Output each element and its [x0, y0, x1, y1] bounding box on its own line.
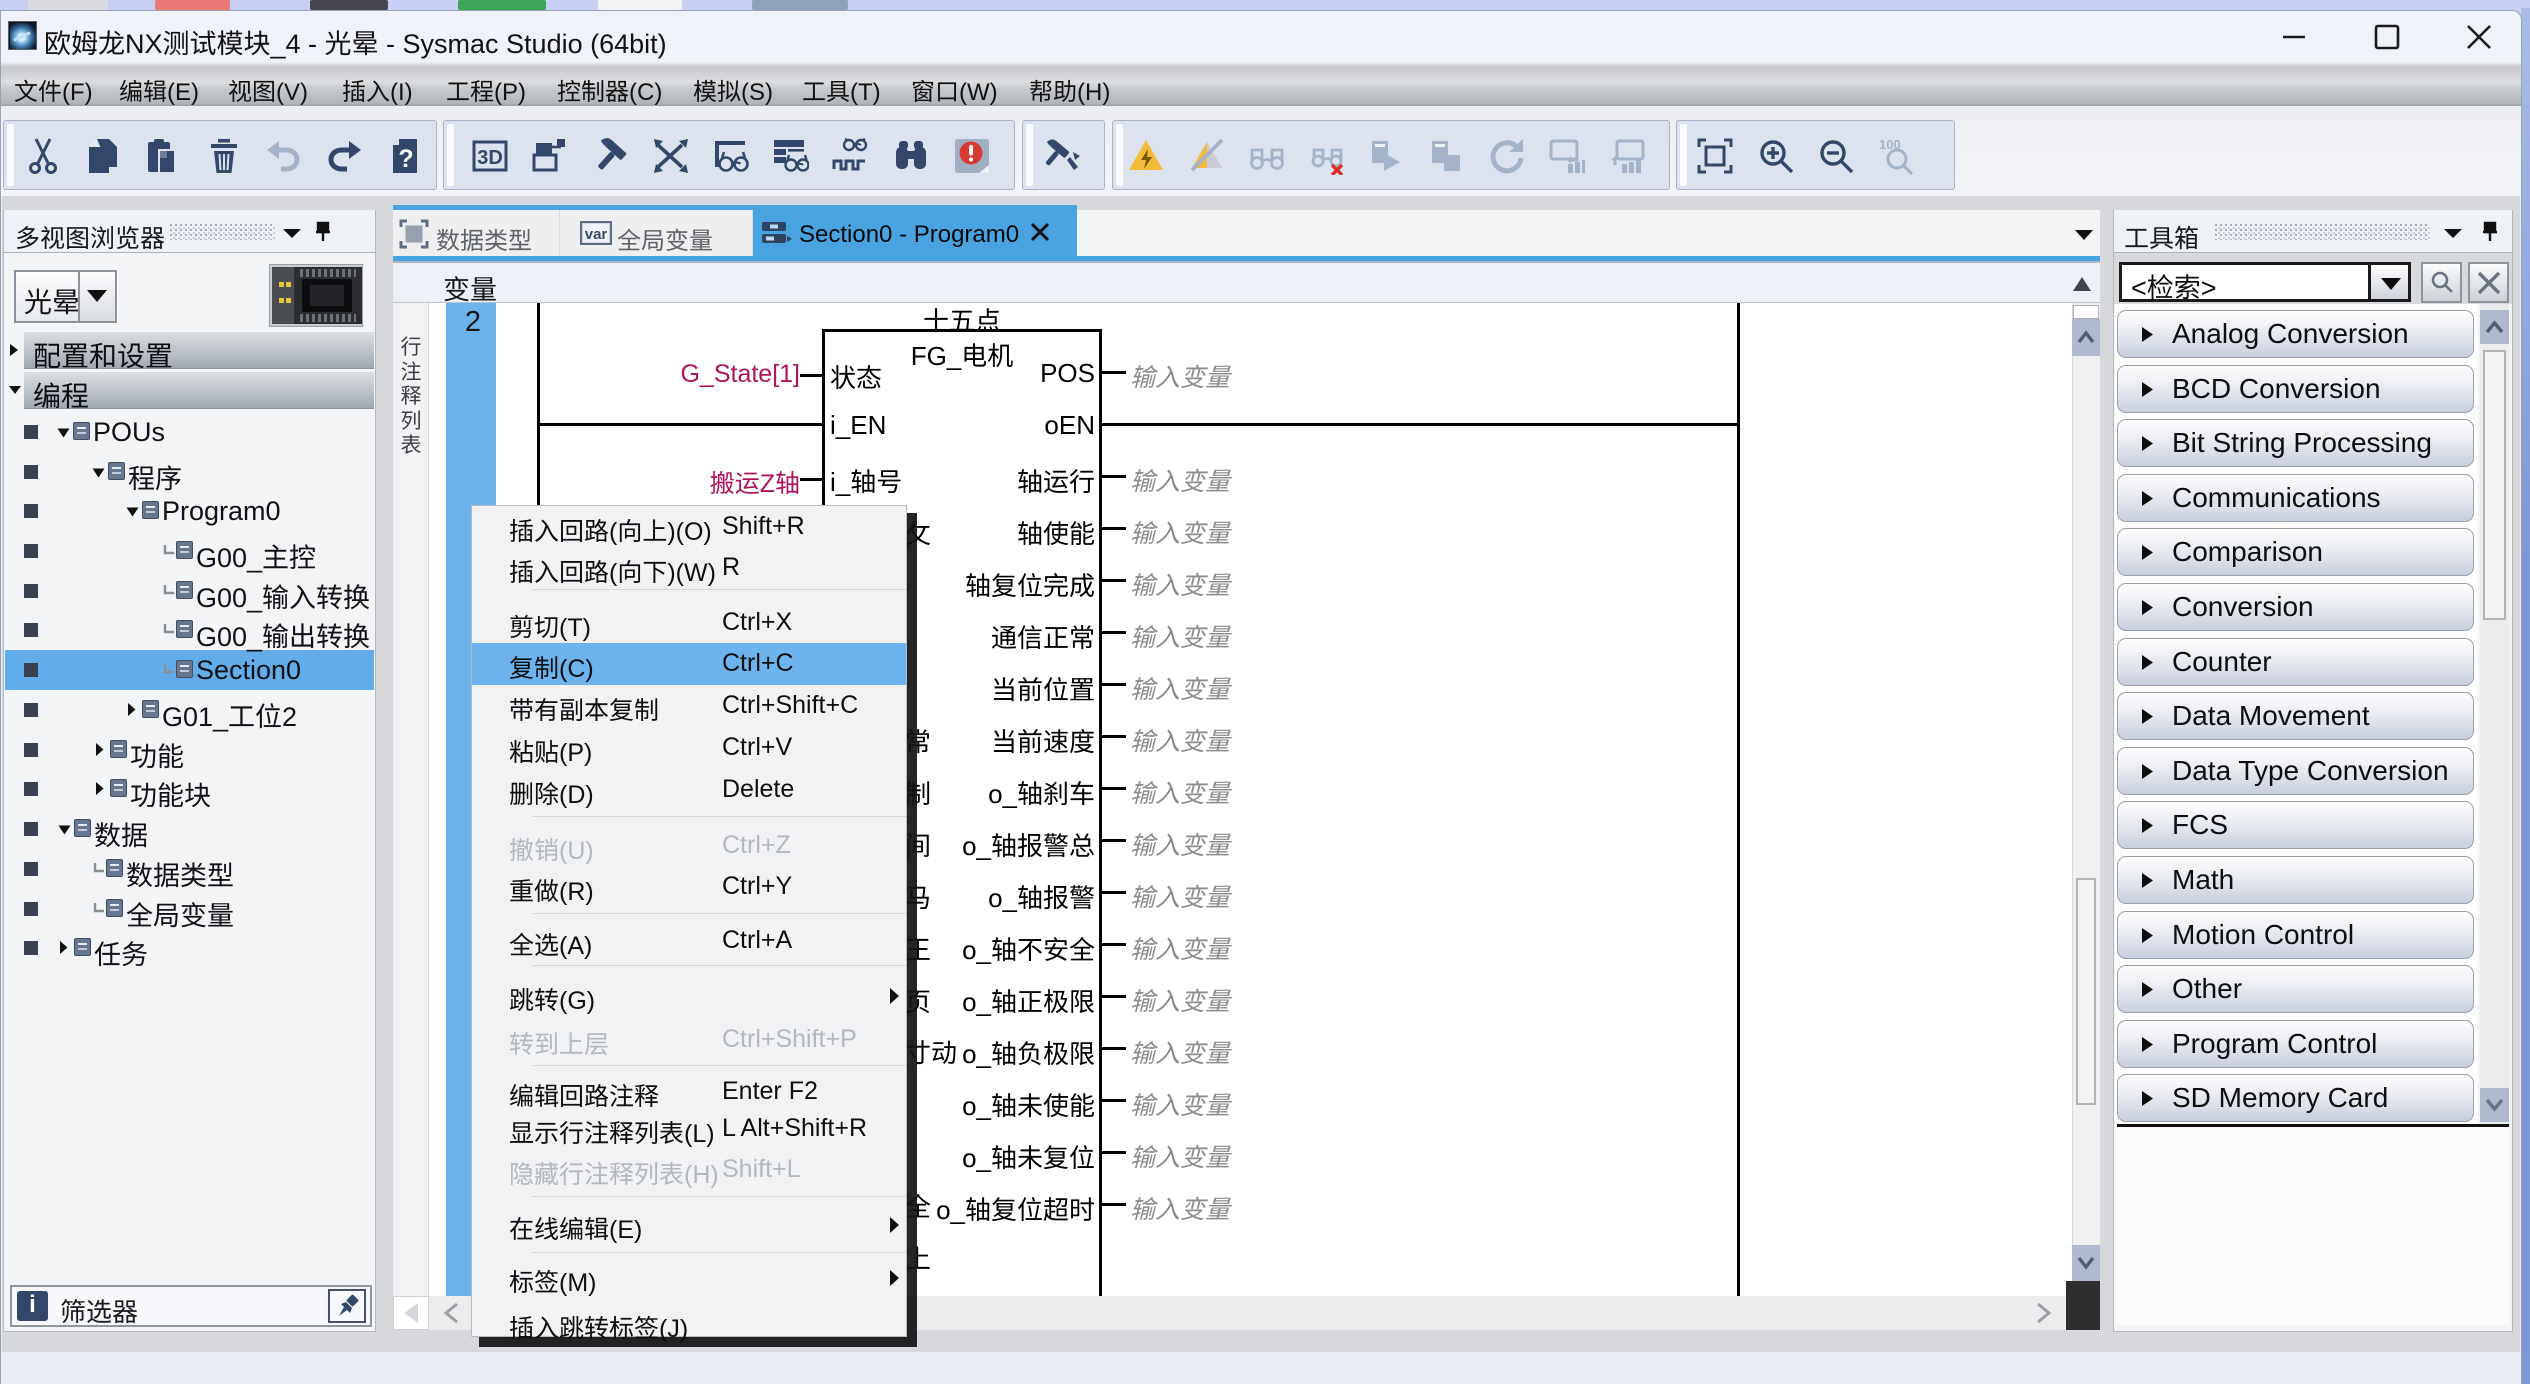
svg-text:?: ? [398, 145, 413, 173]
svg-text:3D: 3D [477, 147, 503, 169]
svg-text:var: var [585, 226, 608, 243]
